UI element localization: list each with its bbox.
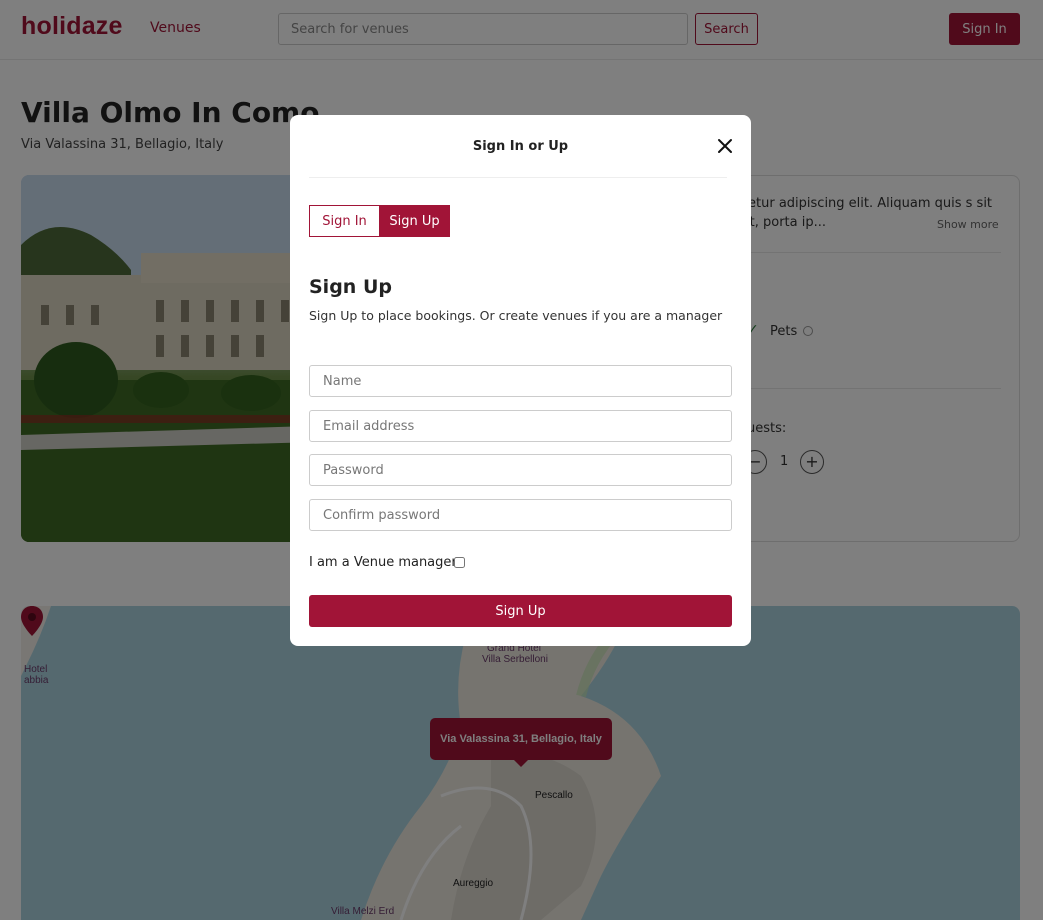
form-heading: Sign Up bbox=[309, 276, 392, 298]
close-button[interactable] bbox=[716, 137, 734, 155]
venue-manager-label[interactable]: I am a Venue manager bbox=[309, 555, 457, 570]
tab-sign-up[interactable]: Sign Up bbox=[379, 205, 450, 237]
modal-divider bbox=[309, 177, 727, 178]
name-field[interactable] bbox=[309, 365, 732, 397]
auth-modal: Sign In or Up Sign In Sign Up Sign Up Si… bbox=[290, 115, 751, 646]
confirm-password-field[interactable] bbox=[309, 499, 732, 531]
modal-title: Sign In or Up bbox=[472, 139, 569, 154]
tab-sign-in[interactable]: Sign In bbox=[309, 205, 380, 237]
password-field[interactable] bbox=[309, 454, 732, 486]
form-subtitle: Sign Up to place bookings. Or create ven… bbox=[309, 308, 723, 323]
close-icon bbox=[718, 139, 732, 153]
email-field[interactable] bbox=[309, 410, 732, 442]
venue-manager-checkbox[interactable] bbox=[454, 557, 465, 568]
sign-up-submit-button[interactable]: Sign Up bbox=[309, 595, 732, 627]
